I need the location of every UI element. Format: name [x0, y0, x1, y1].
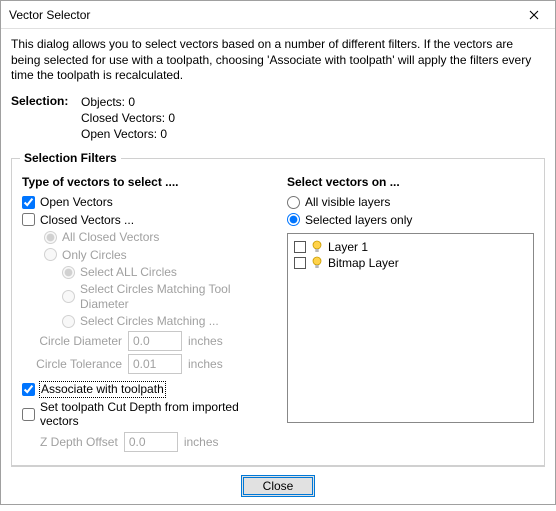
footer: Close: [11, 466, 545, 503]
set-cut-depth-label: Set toolpath Cut Depth from imported vec…: [40, 400, 269, 429]
open-vectors-label: Open Vectors: [40, 195, 113, 209]
selection-open: Open Vectors: 0: [81, 126, 175, 142]
window-title: Vector Selector: [9, 8, 90, 22]
selection-summary: Selection: Objects: 0 Closed Vectors: 0 …: [11, 94, 545, 143]
close-icon[interactable]: [513, 1, 555, 29]
all-closed-label: All Closed Vectors: [62, 230, 159, 244]
close-button-label: Close: [263, 479, 294, 493]
circle-diameter-row: Circle Diameter inches: [22, 331, 269, 351]
lightbulb-icon: [311, 240, 323, 254]
closed-vectors-label: Closed Vectors ...: [40, 213, 134, 227]
z-offset-row: Z Depth Offset inches: [40, 432, 269, 452]
selected-layers-radio[interactable]: Selected layers only: [287, 213, 534, 227]
circle-tolerance-row: Circle Tolerance inches: [22, 354, 269, 374]
select-match-radio: Select Circles Matching ...: [62, 314, 269, 328]
only-circles-radio: Only Circles: [44, 248, 269, 262]
right-column: Select vectors on ... All visible layers…: [287, 173, 534, 454]
open-vectors-checkbox[interactable]: Open Vectors: [22, 195, 269, 209]
only-circles-label: Only Circles: [62, 248, 127, 262]
close-button[interactable]: Close: [241, 475, 315, 497]
all-closed-radio: All Closed Vectors: [44, 230, 269, 244]
selection-objects: Objects: 0: [81, 94, 175, 110]
dialog-window: Vector Selector This dialog allows you t…: [0, 0, 556, 505]
associate-toolpath-checkbox[interactable]: Associate with toolpath: [22, 382, 269, 396]
intro-text: This dialog allows you to select vectors…: [11, 37, 545, 84]
closed-vectors-checkbox[interactable]: Closed Vectors ...: [22, 213, 269, 227]
layer-row[interactable]: Layer 1: [294, 240, 527, 254]
selection-label: Selection:: [11, 94, 81, 143]
type-heading: Type of vectors to select ....: [22, 175, 269, 189]
select-match-tool-radio: Select Circles Matching Tool Diameter: [62, 282, 269, 311]
select-all-circles-label: Select ALL Circles: [80, 265, 177, 279]
layer-row[interactable]: Bitmap Layer: [294, 256, 527, 270]
layers-listbox[interactable]: Layer 1 Bitmap Layer: [287, 233, 534, 423]
titlebar: Vector Selector: [1, 1, 555, 29]
selection-closed: Closed Vectors: 0: [81, 110, 175, 126]
select-match-tool-label: Select Circles Matching Tool Diameter: [80, 282, 269, 311]
circle-diameter-label: Circle Diameter: [22, 334, 122, 348]
layer-checkbox[interactable]: [294, 241, 306, 253]
layer-name: Layer 1: [328, 240, 368, 254]
z-offset-input: [124, 432, 178, 452]
circle-diameter-unit: inches: [188, 334, 223, 348]
z-offset-unit: inches: [184, 435, 219, 449]
associate-toolpath-label: Associate with toolpath: [40, 382, 165, 396]
circle-tolerance-label: Circle Tolerance: [22, 357, 122, 371]
left-column: Type of vectors to select .... Open Vect…: [22, 173, 269, 454]
set-cut-depth-checkbox[interactable]: Set toolpath Cut Depth from imported vec…: [22, 400, 269, 429]
group-legend: Selection Filters: [20, 151, 121, 165]
circle-tolerance-unit: inches: [188, 357, 223, 371]
layer-name: Bitmap Layer: [328, 256, 399, 270]
circle-diameter-input: [128, 331, 182, 351]
layer-checkbox[interactable]: [294, 257, 306, 269]
all-visible-layers-radio[interactable]: All visible layers: [287, 195, 534, 209]
dialog-body: This dialog allows you to select vectors…: [1, 29, 555, 511]
lightbulb-icon: [311, 256, 323, 270]
selected-layers-label: Selected layers only: [305, 213, 412, 227]
all-visible-label: All visible layers: [305, 195, 390, 209]
select-all-circles-radio: Select ALL Circles: [62, 265, 269, 279]
select-match-label: Select Circles Matching ...: [80, 314, 219, 328]
circle-tolerance-input: [128, 354, 182, 374]
layers-heading: Select vectors on ...: [287, 175, 534, 189]
selection-filters-group: Selection Filters Type of vectors to sel…: [11, 158, 545, 465]
selection-values: Objects: 0 Closed Vectors: 0 Open Vector…: [81, 94, 175, 143]
z-offset-label: Z Depth Offset: [40, 435, 118, 449]
